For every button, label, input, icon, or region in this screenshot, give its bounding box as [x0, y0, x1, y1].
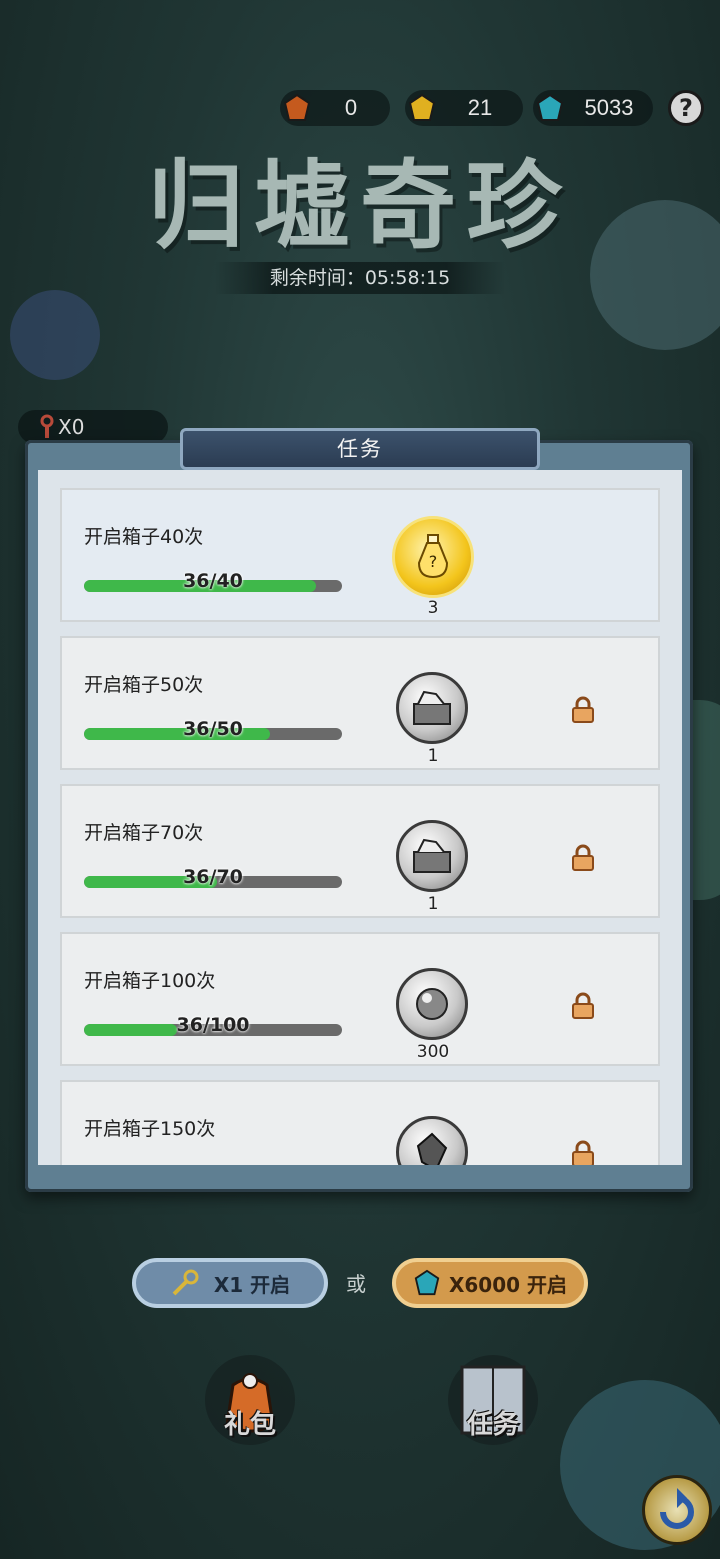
task-item-2: 开启箱子50次 36/50 1 — [60, 636, 660, 770]
task-name: 开启箱子50次 — [84, 674, 204, 696]
pearl-icon — [416, 988, 448, 1020]
task-item-5: 开启箱子150次 — [60, 1080, 660, 1165]
open-with-gem-label: X6000 开启 — [448, 1272, 568, 1297]
progress-text: 36/100 — [176, 1014, 250, 1036]
crystal-icon — [416, 1132, 448, 1165]
panel-title: 任务 — [180, 428, 540, 470]
lock-icon — [572, 1140, 594, 1165]
task-label: 任务 — [466, 1410, 519, 1440]
blue-gem-icon — [536, 93, 564, 121]
currency-value: 5033 — [584, 95, 634, 120]
reward-count: 3 — [427, 598, 439, 618]
currency-blue-gem: 5033 — [533, 90, 653, 126]
or-text: 或 — [346, 1272, 366, 1296]
open-with-key-label: X1 开启 — [213, 1272, 291, 1297]
lock-icon — [572, 992, 594, 1019]
help-button[interactable]: ? — [668, 90, 704, 126]
reward-count: 1 — [427, 746, 439, 766]
reward-pearl[interactable] — [396, 968, 468, 1040]
svg-text:?: ? — [429, 552, 438, 571]
treasure-chest-icon — [413, 838, 451, 873]
page-title: 归墟奇珍 — [148, 149, 572, 262]
currency-gold-gem: 21 — [405, 90, 523, 126]
gold-gem-icon — [408, 93, 436, 121]
reward-count: 1 — [427, 894, 439, 914]
reward-treasure-chest[interactable] — [396, 672, 468, 744]
key-icon — [40, 414, 54, 438]
task-name: 开启箱子100次 — [84, 970, 216, 992]
currency-red-gem: 0 — [280, 90, 390, 126]
return-arrow-icon — [660, 1488, 694, 1529]
reward-golden-potion[interactable]: ? — [392, 516, 474, 598]
treasure-chest-icon — [413, 690, 451, 725]
reward-treasure-chest[interactable] — [396, 820, 468, 892]
task-list[interactable]: 开启箱子40次 36/40 ? 3 开启箱子50次 36/50 1 开启箱子70… — [38, 470, 682, 1165]
background-coral-left — [10, 290, 100, 380]
task-name: 开启箱子40次 — [84, 526, 204, 548]
task-name: 开启箱子70次 — [84, 822, 204, 844]
key-count: X0 — [18, 410, 168, 444]
currency-value: 21 — [467, 95, 493, 120]
lock-icon — [572, 844, 594, 871]
return-button[interactable] — [642, 1475, 712, 1545]
gift-pack-label: 礼包 — [223, 1410, 276, 1440]
remaining-time: 剩余时间：05:58:15 — [215, 262, 505, 294]
open-with-key-button[interactable]: X1 开启 — [132, 1258, 328, 1308]
task-item-1: 开启箱子40次 36/40 ? 3 — [60, 488, 660, 622]
lock-icon — [572, 696, 594, 723]
task-item-3: 开启箱子70次 36/70 1 — [60, 784, 660, 918]
task-item-4: 开启箱子100次 36/100 300 — [60, 932, 660, 1066]
red-gem-icon — [283, 93, 311, 121]
progress-text: 36/70 — [183, 866, 243, 888]
key-count-value: X0 — [58, 415, 85, 439]
currency-value: 0 — [344, 95, 358, 120]
task-name: 开启箱子150次 — [84, 1118, 216, 1140]
reward-count: 300 — [416, 1042, 450, 1062]
reward-crystal[interactable] — [396, 1116, 468, 1165]
key-icon — [172, 1269, 199, 1296]
open-with-gem-button[interactable]: X6000 开启 — [392, 1258, 588, 1308]
blue-gem-icon — [414, 1269, 440, 1296]
progress-text: 36/50 — [183, 718, 243, 740]
golden-potion-icon: ? — [417, 534, 449, 579]
progress-text: 36/40 — [183, 570, 243, 592]
